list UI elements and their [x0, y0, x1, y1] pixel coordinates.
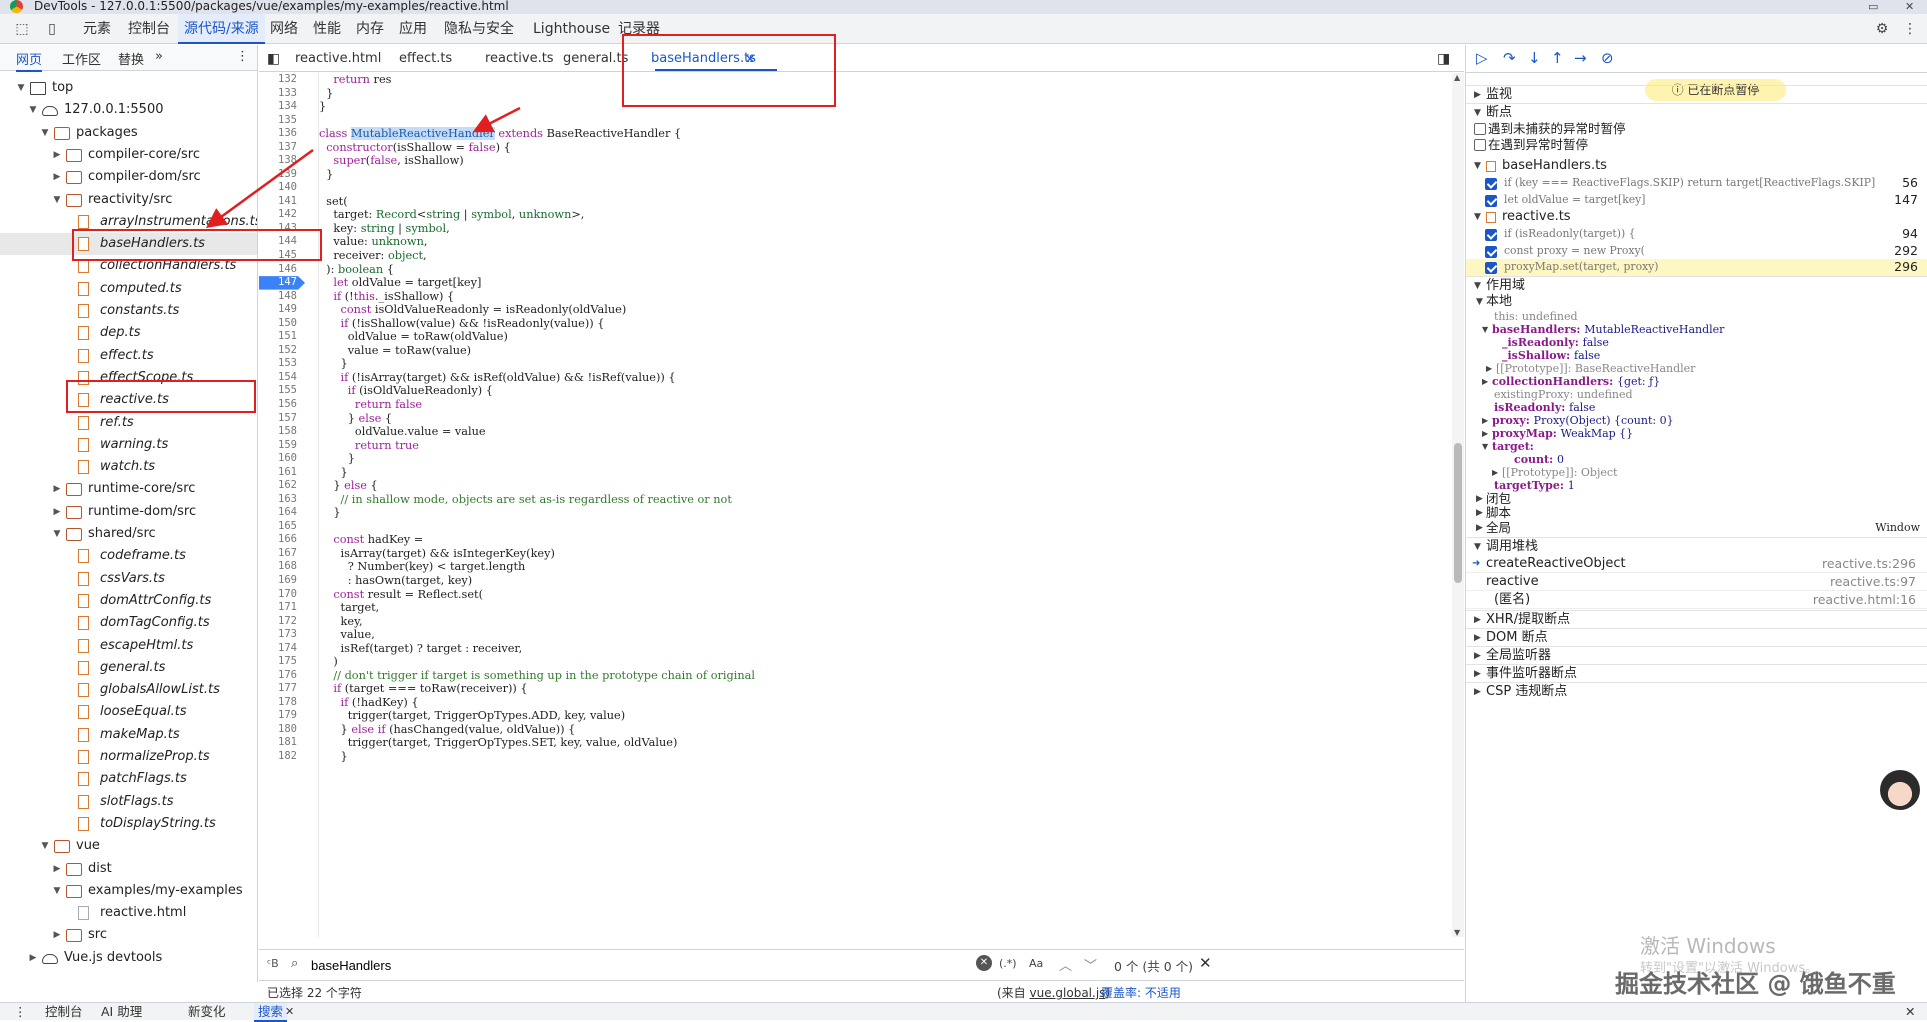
annotation-arrow-file — [205, 148, 314, 228]
annotation-arrow-class — [472, 106, 521, 133]
activate-windows-watermark: 激活 Windows — [1640, 934, 1776, 958]
brand-watermark: 掘金技术社区 @ 饿鱼不重 — [1615, 970, 1896, 998]
annotation-arrows — [205, 106, 521, 228]
assistant-avatar[interactable] — [1880, 770, 1920, 810]
